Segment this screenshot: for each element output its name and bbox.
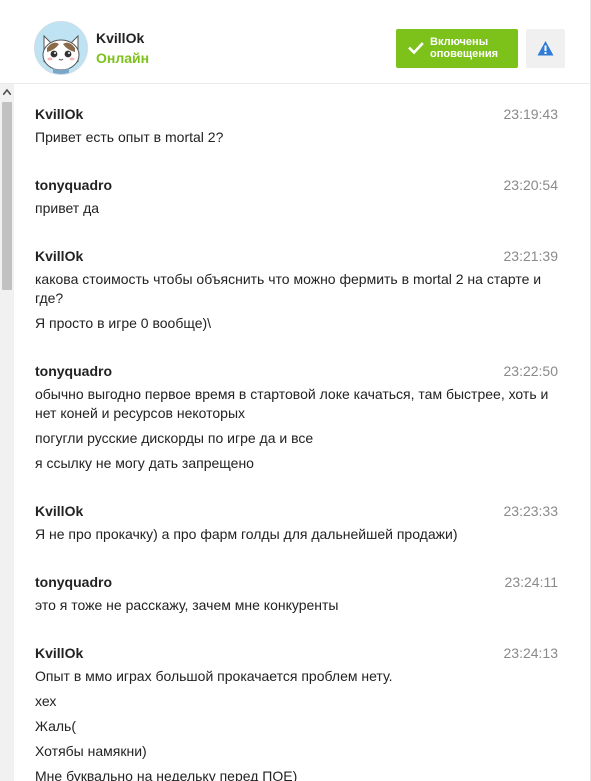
notifications-toggle-button[interactable]: Включены оповещения — [396, 29, 518, 68]
message-timestamp: 23:23:33 — [503, 503, 559, 519]
scrollbar-thumb[interactable] — [2, 102, 12, 290]
message-header: KvillOk 23:19:43 — [35, 104, 558, 124]
message-text: привет да — [35, 200, 100, 216]
message-text: я ссылку не могу дать запрещено — [35, 455, 254, 471]
message-header: KvillOk 23:23:33 — [35, 501, 558, 521]
message-group: KvillOk 23:21:39 какова стоимость чтобы об… — [14, 226, 590, 341]
message-author[interactable]: tonyquadro — [35, 574, 112, 590]
online-status: Онлайн — [96, 50, 150, 66]
message-text: это я тоже не расскажу, зачем мне конкур… — [35, 597, 339, 613]
message-text: погугли русские дискорды по игре да и вс… — [35, 430, 314, 446]
message-timestamp: 23:22:50 — [503, 363, 559, 379]
checkmark-icon — [408, 42, 424, 55]
message-author[interactable]: KvillOk — [35, 106, 83, 122]
message-group: tonyquadro 23:20:54 привет да — [14, 155, 590, 226]
chat-header: KvillOk Онлайн Включены оповещения — [0, 0, 590, 84]
message-group: KvillOk 23:19:43 Привет есть опыт в mortal… — [14, 84, 590, 155]
message-author[interactable]: KvillOk — [35, 503, 83, 519]
message-group: KvillOk 23:24:13 Опыт в ммо играх большой … — [14, 623, 590, 781]
message-header: tonyquadro 23:22:50 — [35, 361, 558, 381]
scroll-up-arrow-icon[interactable] — [0, 84, 14, 100]
message-text: Опыт в ммо играх большой прокачается про… — [35, 668, 393, 684]
message-timestamp: 23:20:54 — [503, 177, 559, 193]
message-author[interactable]: tonyquadro — [35, 363, 112, 379]
chat-username: KvillOk — [96, 30, 145, 46]
message-list: KvillOk 23:19:43 Привет есть опыт в mortal… — [14, 84, 590, 781]
message-text: Я не про прокачку) а про фарм голды для … — [35, 526, 458, 542]
report-button[interactable] — [526, 29, 565, 68]
notifications-label: Включены оповещения — [430, 36, 499, 60]
message-author[interactable]: tonyquadro — [35, 177, 112, 193]
message-text: Жаль( — [35, 718, 76, 734]
message-text: Привет есть опыт в mortal 2? — [35, 129, 224, 145]
message-author[interactable]: KvillOk — [35, 645, 83, 661]
message-author[interactable]: KvillOk — [35, 248, 83, 264]
message-timestamp: 23:21:39 — [503, 248, 559, 264]
message-text: хех — [35, 693, 57, 709]
message-header: tonyquadro 23:24:11 — [35, 572, 558, 592]
message-group: tonyquadro 23:24:11 это я тоже не расскажу… — [14, 552, 590, 623]
warning-triangle-icon — [537, 41, 554, 56]
message-text: обычно выгодно первое время в стартовой … — [35, 386, 549, 421]
message-text: Мне буквально на недельку перед ПОЕ) — [35, 768, 298, 781]
scrollbar[interactable] — [0, 84, 14, 781]
cat-avatar-icon[interactable] — [34, 21, 88, 75]
message-header: KvillOk 23:24:13 — [35, 643, 558, 663]
message-text: Хотябы намякни) — [35, 743, 147, 759]
message-text: Я просто в игре 0 вообще)\ — [35, 315, 212, 331]
message-timestamp: 23:24:13 — [503, 645, 559, 661]
message-group: KvillOk 23:23:33 Я не про прокачку) а про … — [14, 481, 590, 552]
message-group: tonyquadro 23:22:50 обычно выгодно первое … — [14, 341, 590, 481]
chat-window: KvillOk Онлайн Включены оповещения Kvill… — [0, 0, 591, 781]
message-header: KvillOk 23:21:39 — [35, 246, 558, 266]
message-timestamp: 23:24:11 — [504, 574, 558, 590]
message-header: tonyquadro 23:20:54 — [35, 175, 558, 195]
message-text: какова стоимость чтобы объяснить что мож… — [35, 271, 542, 306]
message-timestamp: 23:19:43 — [503, 106, 559, 122]
